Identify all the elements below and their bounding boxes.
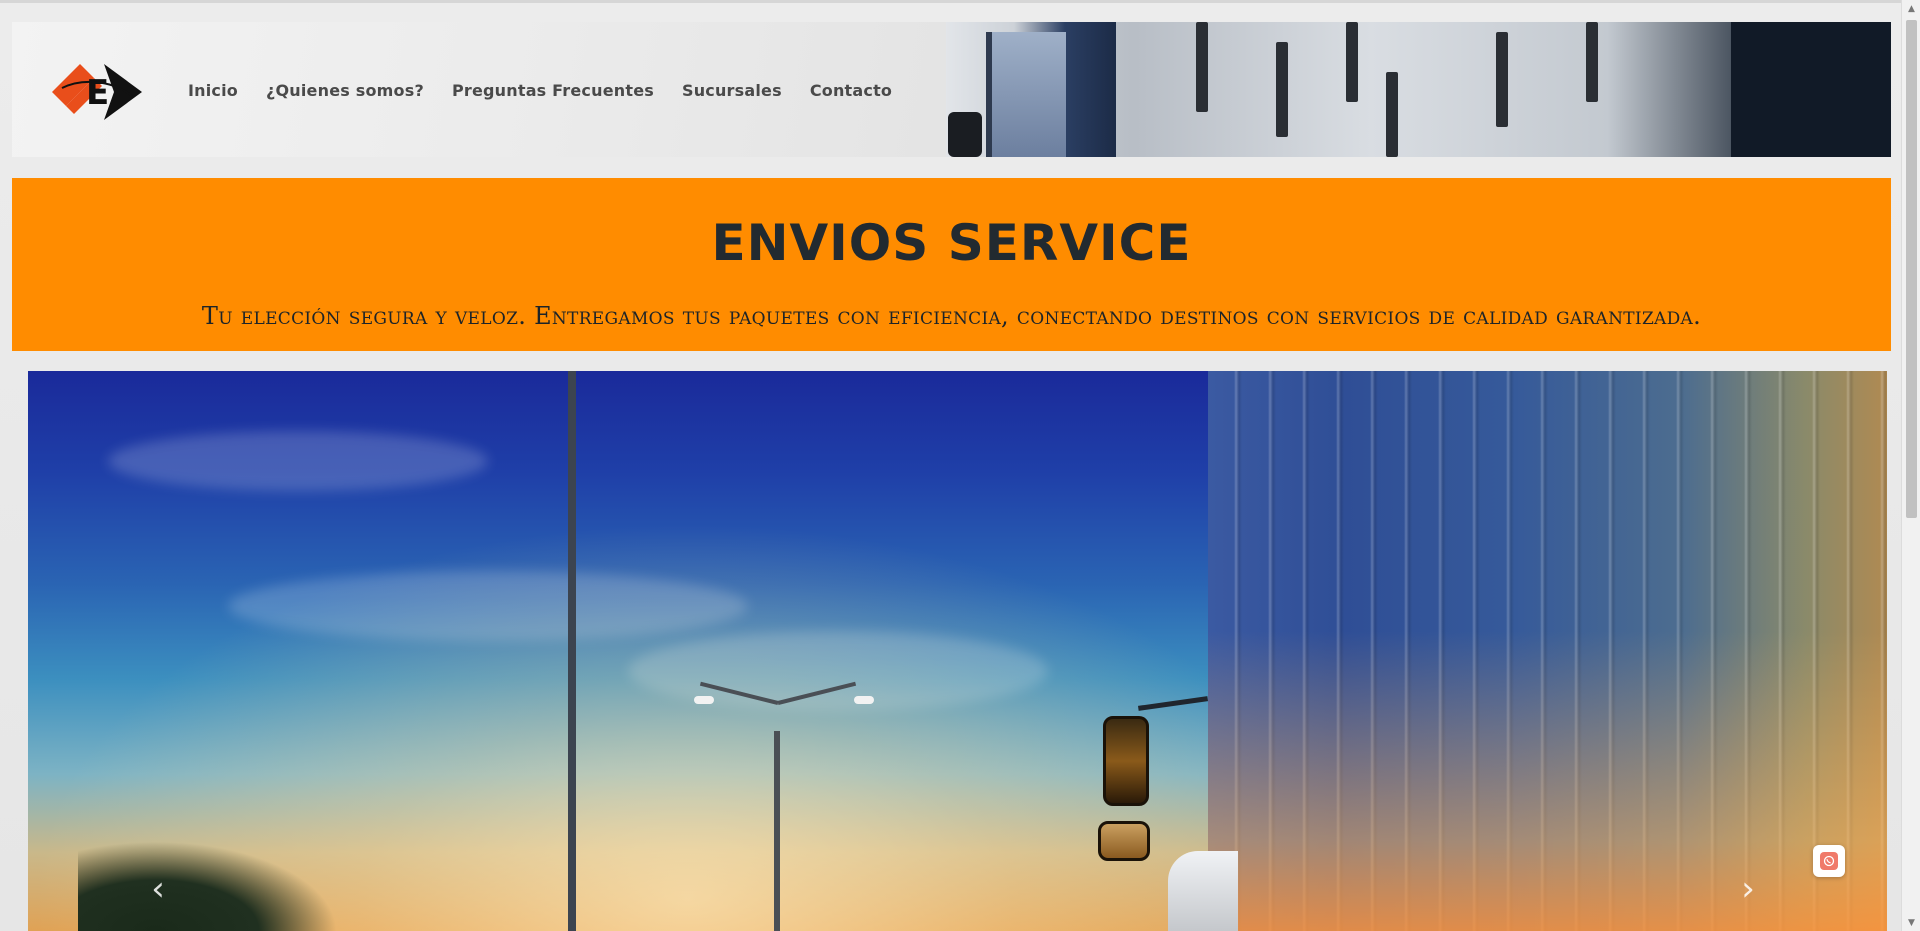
logo-icon: E xyxy=(52,64,142,120)
carousel-next-button[interactable]: › xyxy=(1728,869,1768,909)
street-lamp-head xyxy=(854,696,874,704)
scroll-down-icon[interactable]: ▼ xyxy=(1902,914,1920,931)
chevron-right-icon: › xyxy=(1741,869,1755,909)
trees xyxy=(78,841,338,931)
truck-strap xyxy=(1586,22,1598,102)
logo[interactable]: E xyxy=(42,52,152,132)
hero-band: ENVIOS SERVICE Tu elección segura y velo… xyxy=(12,178,1891,351)
sky-cloud xyxy=(108,431,488,491)
scroll-up-icon[interactable]: ▲ xyxy=(1902,0,1920,17)
truck-dark-panel xyxy=(1731,22,1891,157)
chevron-left-icon: ‹ xyxy=(151,869,165,909)
truck-mirror xyxy=(948,112,982,157)
nav-preguntas-frecuentes[interactable]: Preguntas Frecuentes xyxy=(452,81,654,100)
hero-carousel: ‹ › xyxy=(28,371,1887,931)
nav-quienes-somos[interactable]: ¿Quienes somos? xyxy=(266,81,424,100)
truck-strap xyxy=(1196,22,1208,112)
light-pole xyxy=(568,371,576,931)
truck-sunlight xyxy=(1208,631,1887,931)
nav-inicio[interactable]: Inicio xyxy=(188,81,238,100)
main-nav: Inicio ¿Quienes somos? Preguntas Frecuen… xyxy=(188,77,892,103)
truck-strap xyxy=(1346,22,1358,102)
street-lamp-pole xyxy=(774,731,780,931)
svg-text:E: E xyxy=(86,73,109,113)
whatsapp-icon xyxy=(1820,852,1838,870)
top-strip xyxy=(0,0,1920,3)
nav-sucursales[interactable]: Sucursales xyxy=(682,81,782,100)
truck-cab-front xyxy=(1168,851,1238,931)
page: E Inicio ¿Quienes somos? Preguntas Frecu… xyxy=(0,0,1920,931)
page-title: ENVIOS SERVICE xyxy=(711,214,1192,272)
truck-strap xyxy=(1386,72,1398,157)
carousel-prev-button[interactable]: ‹ xyxy=(138,869,178,909)
truck-strap xyxy=(1276,42,1288,137)
truck-mirror xyxy=(1103,716,1149,806)
site-header: E Inicio ¿Quienes somos? Preguntas Frecu… xyxy=(12,22,1891,157)
whatsapp-button[interactable] xyxy=(1813,845,1845,877)
scrollbar-thumb[interactable] xyxy=(1906,20,1917,518)
truck-cab-window xyxy=(986,32,1066,157)
truck-mirror-small xyxy=(1098,821,1150,861)
street-lamp-head xyxy=(694,696,714,704)
page-scrollbar[interactable]: ▲ ▼ xyxy=(1901,0,1920,931)
truck-strap xyxy=(1496,32,1508,127)
nav-contacto[interactable]: Contacto xyxy=(810,81,892,100)
header-truck-image xyxy=(946,22,1891,157)
tagline: Tu elección segura y veloz. Entregamos t… xyxy=(201,302,1702,330)
